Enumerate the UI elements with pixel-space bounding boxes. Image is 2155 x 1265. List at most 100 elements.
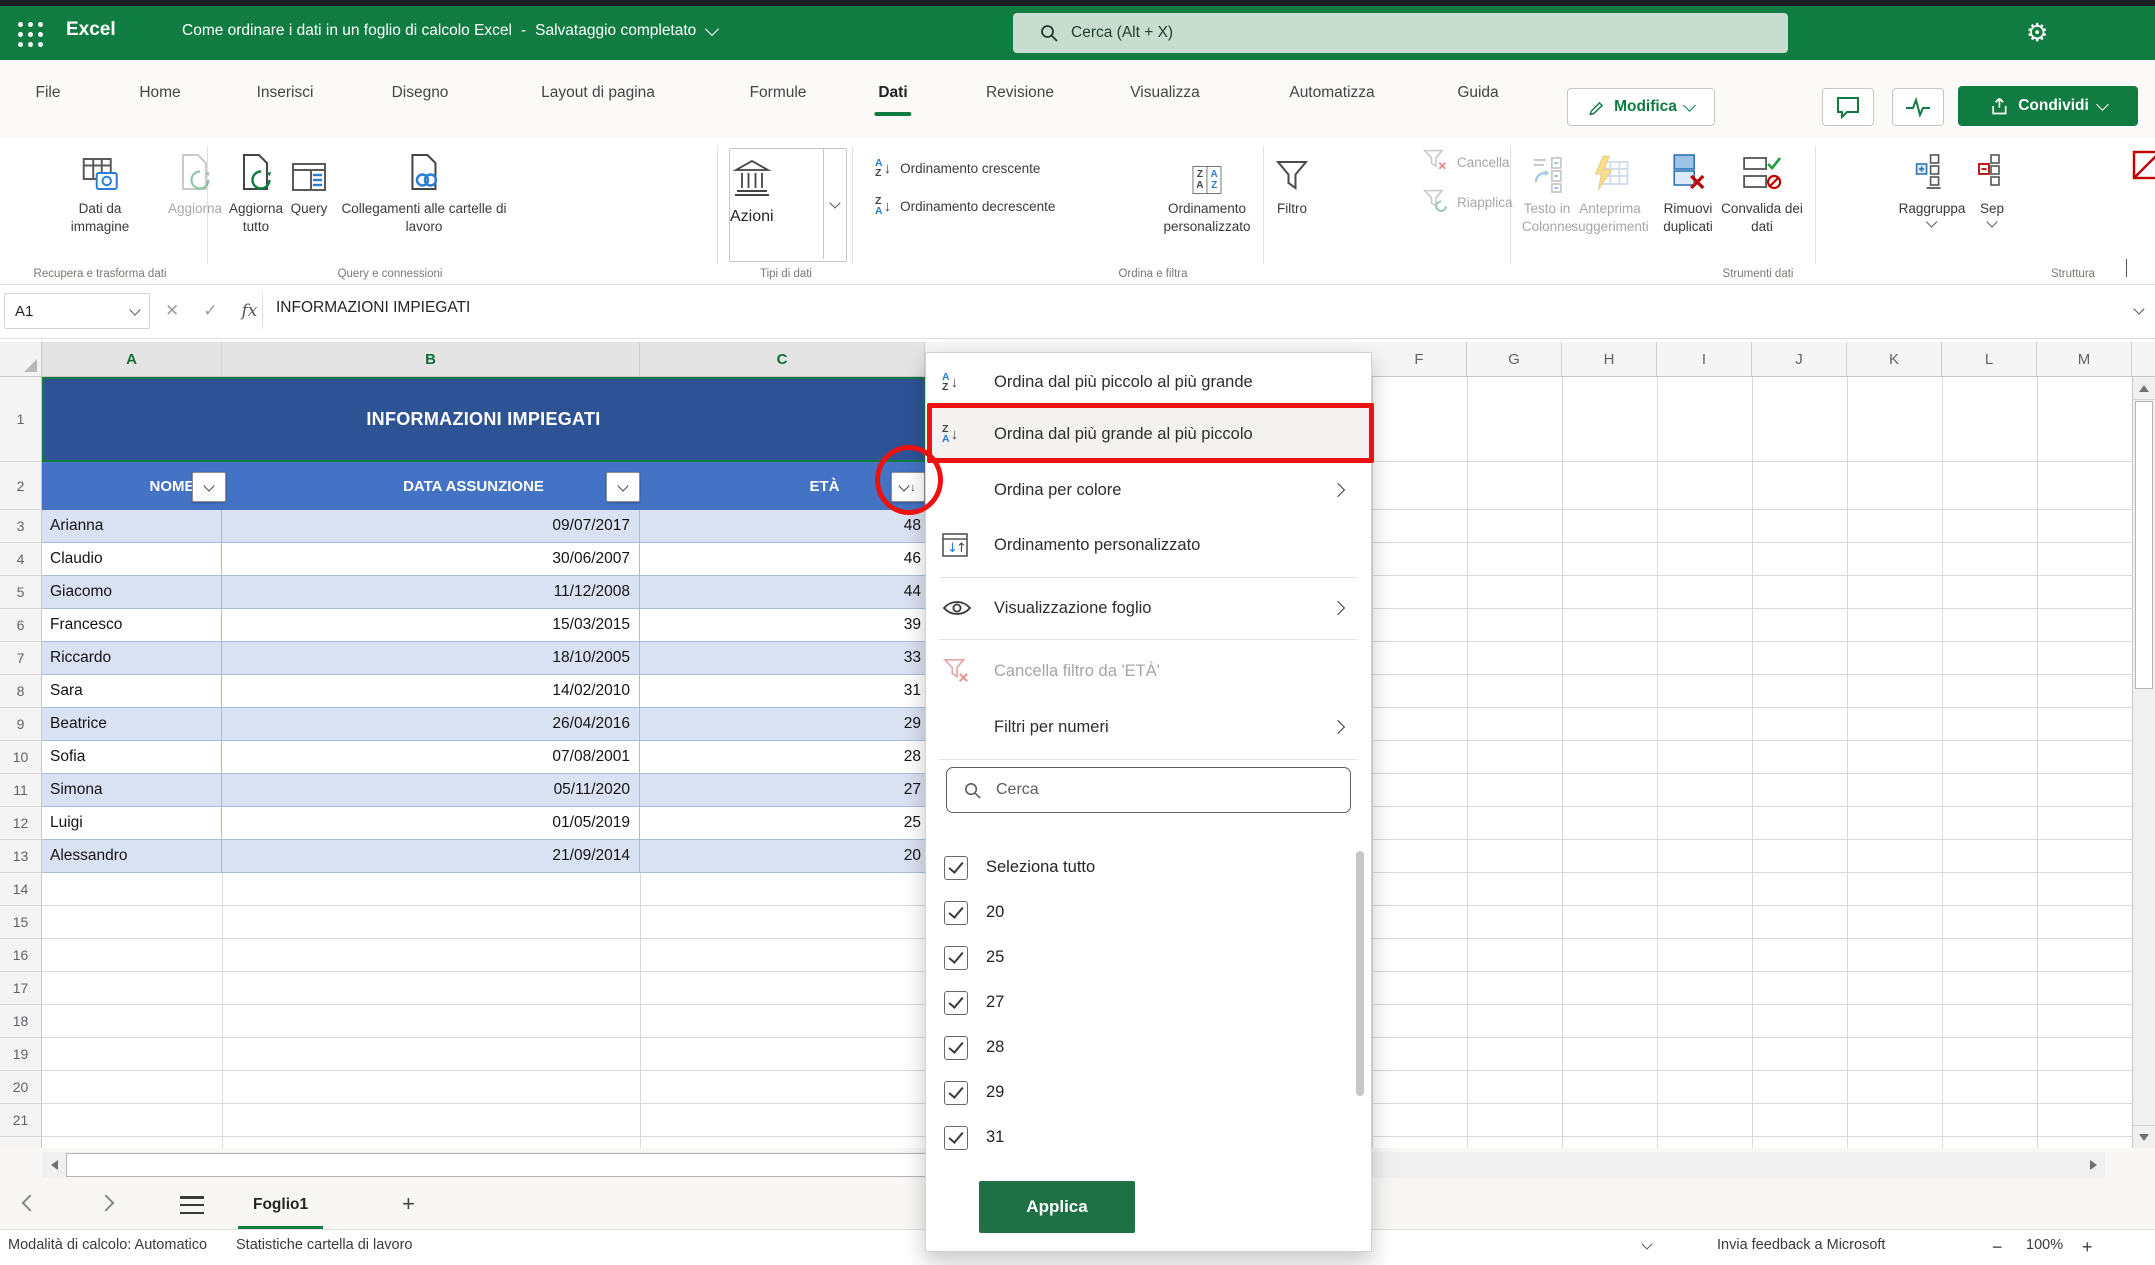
row-header-13[interactable]: 13 xyxy=(0,840,41,873)
scroll-left-button[interactable] xyxy=(42,1152,66,1178)
filter-button-nome[interactable] xyxy=(192,472,226,502)
name-box[interactable]: A1 xyxy=(4,293,150,329)
chevron-down-icon[interactable] xyxy=(705,22,719,36)
aggiorna-tutto-button[interactable]: Aggiorna tutto xyxy=(229,146,283,236)
workbook-stats-status[interactable]: Statistiche cartella di lavoro xyxy=(236,1237,413,1253)
search-input[interactable]: Cerca (Alt + X) xyxy=(1013,13,1788,53)
activity-button[interactable] xyxy=(1892,88,1944,126)
tab-disegno[interactable]: Disegno xyxy=(392,84,449,102)
query-button[interactable]: Query xyxy=(290,146,328,218)
row-header-16[interactable]: 16 xyxy=(0,939,41,972)
checkbox-checked-icon[interactable] xyxy=(944,991,968,1015)
col-header-I[interactable]: I xyxy=(1657,342,1752,376)
cell-eta[interactable]: 46 xyxy=(640,543,925,575)
share-button[interactable]: Condividi xyxy=(1958,86,2138,126)
cell-data-assunzione[interactable]: 09/07/2017 xyxy=(222,510,640,542)
insert-function-icon[interactable]: fx xyxy=(242,301,258,321)
row-header-5[interactable]: 5 xyxy=(0,576,41,609)
cell-data-assunzione[interactable]: 07/08/2001 xyxy=(222,741,640,773)
convalida-dati-button[interactable]: Convalida dei dati xyxy=(1721,146,1803,236)
filter-list-scroll-thumb[interactable] xyxy=(1356,851,1364,1096)
row-header-12[interactable]: 12 xyxy=(0,807,41,840)
formula-content[interactable]: INFORMAZIONI IMPIEGATI xyxy=(276,299,470,317)
prev-sheet-chevron[interactable] xyxy=(24,1197,36,1209)
cell-eta[interactable]: 48 xyxy=(640,510,925,542)
scroll-right-button[interactable] xyxy=(2081,1152,2105,1178)
ordinamento-personalizzato-button[interactable]: ZAAZ Ordinamento personalizzato xyxy=(1163,146,1250,236)
collegamenti-button[interactable]: Collegamenti alle cartelle di lavoro xyxy=(341,146,506,236)
filtro-button[interactable]: Filtro xyxy=(1274,146,1310,218)
cell-data-assunzione[interactable]: 11/12/2008 xyxy=(222,576,640,608)
cell-nome[interactable]: Simona xyxy=(42,774,222,806)
checkbox-checked-icon[interactable] xyxy=(944,1126,968,1150)
row-header-1[interactable]: 1 xyxy=(0,377,41,462)
row-header-17[interactable]: 17 xyxy=(0,972,41,1005)
cell-nome[interactable]: Sara xyxy=(42,675,222,707)
row-header-9[interactable]: 9 xyxy=(0,708,41,741)
tab-home[interactable]: Home xyxy=(139,84,180,102)
tab-visualizza[interactable]: Visualizza xyxy=(1130,84,1200,102)
cell-data-assunzione[interactable]: 14/02/2010 xyxy=(222,675,640,707)
add-sheet-button[interactable]: + xyxy=(402,1191,415,1217)
row-header-20[interactable]: 20 xyxy=(0,1071,41,1104)
filter-value-item[interactable]: 28 xyxy=(928,1025,1348,1070)
expand-formula-bar-chevron[interactable] xyxy=(2133,303,2144,314)
tab-inserisci[interactable]: Inserisci xyxy=(257,84,314,102)
azioni-button[interactable]: Azioni xyxy=(729,148,847,262)
select-all-corner[interactable] xyxy=(0,342,42,376)
cell-eta[interactable]: 39 xyxy=(640,609,925,641)
azioni-dropdown[interactable] xyxy=(823,149,846,259)
cell-data-assunzione[interactable]: 18/10/2005 xyxy=(222,642,640,674)
checkbox-checked-icon[interactable] xyxy=(944,1036,968,1060)
cell-nome[interactable]: Riccardo xyxy=(42,642,222,674)
cancel-entry-icon[interactable]: ✕ xyxy=(165,301,179,321)
gear-icon[interactable]: ⚙ xyxy=(2026,18,2048,48)
col-header-F[interactable]: F xyxy=(1372,342,1467,376)
sheet-tab-foglio1[interactable]: Foglio1 xyxy=(238,1183,323,1230)
table-title-cell-A1[interactable]: INFORMAZIONI IMPIEGATI xyxy=(42,377,925,462)
cell-eta[interactable]: 28 xyxy=(640,741,925,773)
cell-data-assunzione[interactable]: 21/09/2014 xyxy=(222,840,640,872)
calc-mode-status[interactable]: Modalità di calcolo: Automatico xyxy=(8,1237,207,1253)
cell-data-assunzione[interactable]: 05/11/2020 xyxy=(222,774,640,806)
zoom-out-button[interactable]: − xyxy=(1992,1237,2003,1258)
separa-button[interactable]: Sep xyxy=(1977,146,2007,226)
checkbox-checked-icon[interactable] xyxy=(944,1081,968,1105)
filter-value-item[interactable]: 31 xyxy=(928,1115,1348,1160)
feedback-link[interactable]: Invia feedback a Microsoft xyxy=(1717,1237,1885,1253)
filter-value-item[interactable]: 20 xyxy=(928,890,1348,935)
col-header-M[interactable]: M xyxy=(2037,342,2132,376)
rimuovi-duplicati-button[interactable]: Rimuovi duplicati xyxy=(1663,146,1713,236)
row-header-19[interactable]: 19 xyxy=(0,1038,41,1071)
filter-value-item[interactable]: 29 xyxy=(928,1070,1348,1115)
raggruppa-button[interactable]: Raggruppa xyxy=(1899,146,1966,226)
tab-formule[interactable]: Formule xyxy=(750,84,807,102)
next-sheet-chevron[interactable] xyxy=(100,1197,112,1209)
tab-layout-di-pagina[interactable]: Layout di pagina xyxy=(541,84,655,102)
ordinamento-decrescente-button[interactable]: ZA↓ Ordinamento decrescente xyxy=(875,190,1145,222)
confirm-entry-icon[interactable]: ✓ xyxy=(203,301,217,321)
row-header-21[interactable]: 21 xyxy=(0,1104,41,1137)
checkbox-checked-icon[interactable] xyxy=(944,856,968,880)
cell-nome[interactable]: Beatrice xyxy=(42,708,222,740)
cell-eta[interactable]: 27 xyxy=(640,774,925,806)
row-header-2[interactable]: 2 xyxy=(0,462,41,510)
row-header-15[interactable]: 15 xyxy=(0,906,41,939)
app-launcher-waffle-icon[interactable] xyxy=(14,18,46,50)
checkbox-checked-icon[interactable] xyxy=(944,946,968,970)
row-header-8[interactable]: 8 xyxy=(0,675,41,708)
filter-value-item[interactable]: 27 xyxy=(928,980,1348,1025)
dati-da-immagine-button[interactable]: Dati da immagine xyxy=(71,146,130,236)
mode-dropdown-button[interactable]: Modifica xyxy=(1567,88,1715,126)
chevron-down-icon[interactable] xyxy=(129,304,140,315)
row-header-7[interactable]: 7 xyxy=(0,642,41,675)
cell-nome[interactable]: Arianna xyxy=(42,510,222,542)
ordinamento-crescente-button[interactable]: AZ↓ Ordinamento crescente xyxy=(875,152,1145,184)
chevron-down-icon[interactable] xyxy=(1643,1242,1651,1248)
cell-eta[interactable]: 29 xyxy=(640,708,925,740)
row-header-18[interactable]: 18 xyxy=(0,1005,41,1038)
cell-data-assunzione[interactable]: 26/04/2016 xyxy=(222,708,640,740)
cell-nome[interactable]: Claudio xyxy=(42,543,222,575)
col-header-C[interactable]: C xyxy=(640,342,925,376)
cell-eta[interactable]: 20 xyxy=(640,840,925,872)
